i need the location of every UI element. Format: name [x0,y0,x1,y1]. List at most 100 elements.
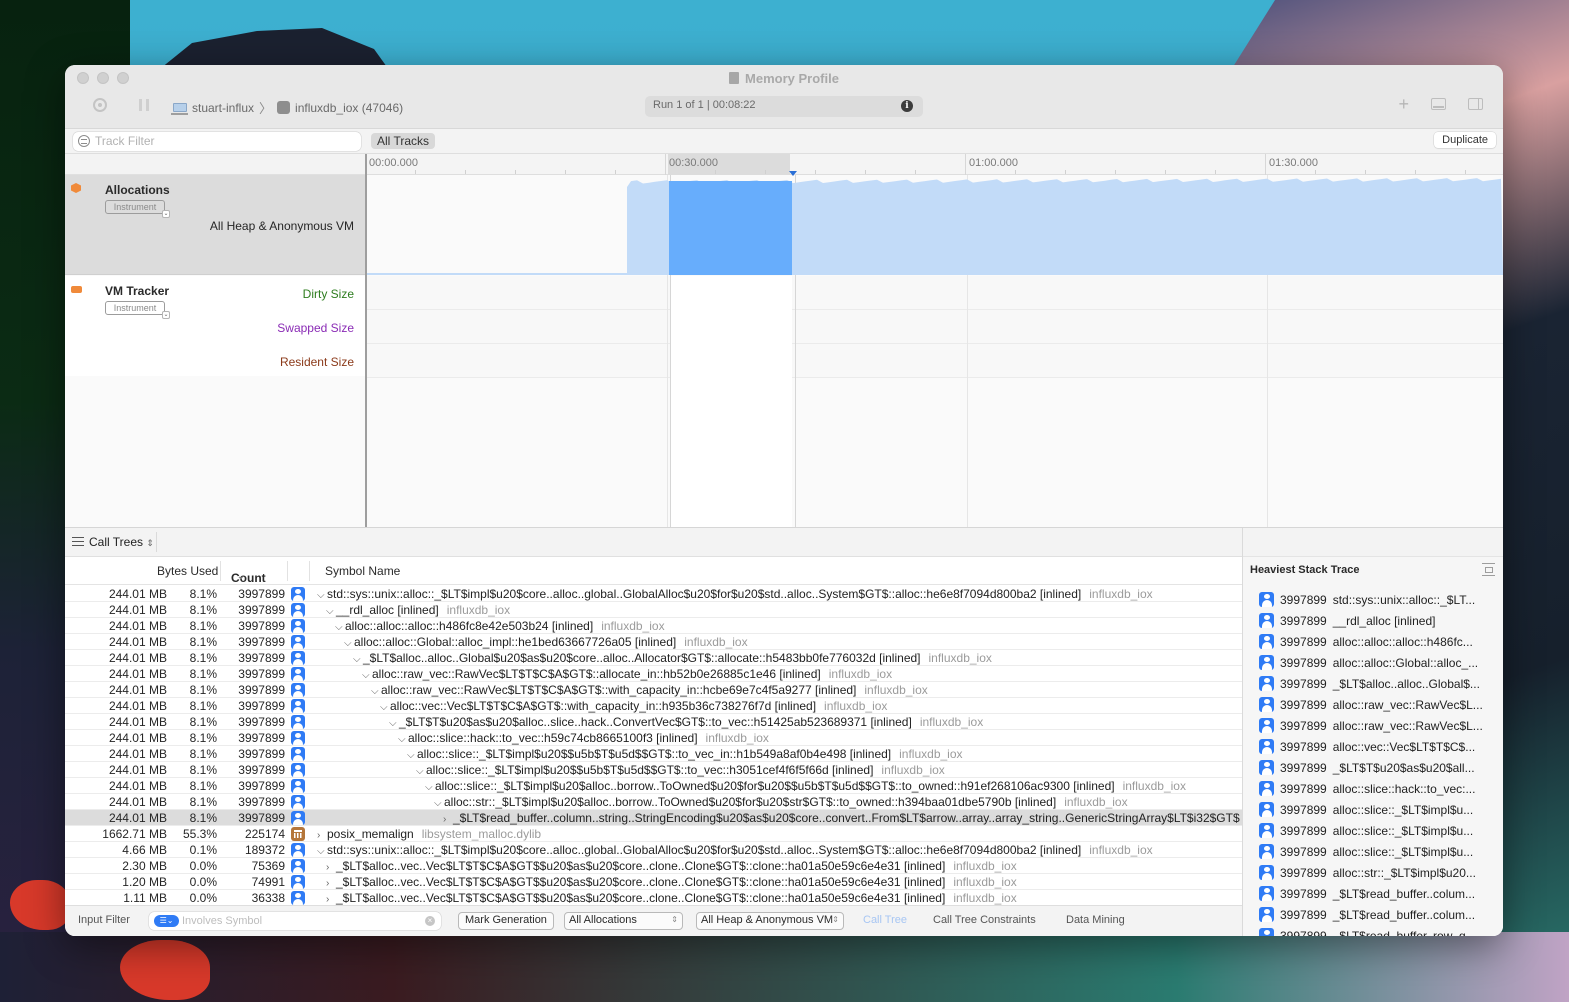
disclosure-expanded-icon[interactable]: ⌵ [425,782,435,793]
stack-frame[interactable]: 3997899 __rdl_alloc [inlined] [1259,610,1483,631]
instrument-button[interactable]: Instrument ⌄ [105,200,170,218]
call-tree-row[interactable]: 244.01 MB 8.1% 3997899 ⌵ _$LT$T$u20$as$u20$a… [65,714,1242,730]
column-separator[interactable] [220,561,221,581]
disclosure-expanded-icon[interactable]: ⌵ [398,734,408,745]
stack-frame[interactable]: 3997899 alloc::slice::_$LT$impl$u... [1259,820,1483,841]
clear-filter-icon[interactable]: × [425,916,435,926]
track-vm-tracker[interactable]: VM Tracker Instrument ⌄ Dirty Size Swapp… [65,276,365,376]
collapse-frames-icon[interactable] [1482,563,1495,576]
disclosure-expanded-icon[interactable]: ⌵ [371,686,381,697]
call-tree-row[interactable]: 244.01 MB 8.1% 3997899 ⌵ alloc::alloc::alloc… [65,618,1242,634]
all-tracks-button[interactable]: All Tracks [371,133,436,149]
disclosure-expanded-icon[interactable]: ⌵ [326,606,336,617]
disclosure-expanded-icon[interactable]: ⌵ [407,750,417,761]
column-separator[interactable] [287,561,288,581]
call-tree-row[interactable]: 244.01 MB 8.1% 3997899 ⌵ alloc::raw_vec::Raw… [65,666,1242,682]
call-tree-row[interactable]: 1.20 MB 0.0% 74991 › _$LT$alloc..vec..Vec$LT… [65,874,1242,890]
stack-frame[interactable]: 3997899 _$LT$read_buffer..colum... [1259,883,1483,904]
call-tree-row[interactable]: 244.01 MB 8.1% 3997899 ⌵ __rdl_alloc [inline… [65,602,1242,618]
disclosure-expanded-icon[interactable]: ⌵ [353,654,363,665]
disclosure-collapsed-icon[interactable]: › [326,878,336,889]
track-filter-input[interactable]: Track Filter [73,132,361,151]
disclosure-expanded-icon[interactable]: ⌵ [317,846,327,857]
stack-frame[interactable]: 3997899 alloc::raw_vec::RawVec$L... [1259,694,1483,715]
stack-frame[interactable]: 3997899 alloc::slice::_$LT$impl$u... [1259,799,1483,820]
disclosure-collapsed-icon[interactable]: › [326,862,336,873]
stack-frame[interactable]: 3997899 _$LT$read_buffer..colum... [1259,904,1483,925]
stack-frame[interactable]: 3997899 _$LT$read_buffer..row_g... [1259,925,1483,936]
allocations-type-select[interactable]: All Allocations ⇕ [564,912,683,930]
column-separator[interactable] [309,561,310,581]
call-tree-row[interactable]: 1662.71 MB 55.3% 225174 › posix_memalign libs… [65,826,1242,842]
tab-data-mining[interactable]: Data Mining [1066,914,1125,926]
call-tree-row[interactable]: 244.01 MB 8.1% 3997899 ⌵ alloc::alloc::Globa… [65,634,1242,650]
track-allocations[interactable]: Allocations Instrument ⌄ All Heap & Anon… [65,175,365,275]
call-tree-row[interactable]: 244.01 MB 8.1% 3997899 ⌵ alloc::slice::hack:… [65,730,1242,746]
duplicate-button[interactable]: Duplicate [1434,132,1496,148]
view-selector[interactable]: Call Trees ⇕ [89,535,154,549]
call-tree-row[interactable]: 1.11 MB 0.0% 36338 › _$LT$alloc..vec..Vec$LT… [65,890,1242,906]
tab-call-tree[interactable]: Call Tree [863,914,907,926]
pause-button[interactable] [139,99,149,111]
disclosure-expanded-icon[interactable]: ⌵ [380,702,390,713]
tab-call-tree-constraints[interactable]: Call Tree Constraints [933,914,1036,926]
heap-type-select[interactable]: All Heap & Anonymous VM ⇕ [696,912,844,930]
mark-generation-button[interactable]: Mark Generation [458,912,554,930]
call-tree-row[interactable]: 244.01 MB 8.1% 3997899 › _$LT$read_buffer..c… [65,810,1252,826]
call-tree-row[interactable]: 244.01 MB 8.1% 3997899 ⌵ alloc::str::_$LT$im… [65,794,1242,810]
column-header-symbol-name[interactable]: Symbol Name [325,564,400,578]
target-breadcrumb[interactable]: stuart-influx 〉 influxdb_iox (47046) [171,98,403,117]
allocations-graph[interactable] [367,175,1503,275]
disclosure-expanded-icon[interactable]: ⌵ [434,798,444,809]
disclosure-expanded-icon[interactable]: ⌵ [335,622,345,633]
bytes-used-cell: 244.01 MB [108,715,167,729]
toggle-inspector-button[interactable] [1468,98,1483,110]
stack-frame[interactable]: 3997899 std::sys::unix::alloc::_$LT... [1259,589,1483,610]
stack-frame[interactable]: 3997899 alloc::raw_vec::RawVec$L... [1259,715,1483,736]
process-name[interactable]: influxdb_iox (47046) [295,101,403,115]
disclosure-expanded-icon[interactable]: ⌵ [389,718,399,729]
stack-frame[interactable]: 3997899 alloc::alloc::Global::alloc_... [1259,652,1483,673]
call-tree-row[interactable]: 2.30 MB 0.0% 75369 › _$LT$alloc..vec..Vec$LT… [65,858,1242,874]
disclosure-collapsed-icon[interactable]: › [443,814,453,825]
time-ruler[interactable]: 00:00.000 00:30.000 01:00.000 01:30.000 [365,154,1503,176]
call-tree-row[interactable]: 244.01 MB 8.1% 3997899 ⌵ std::sys::unix::all… [65,586,1242,602]
disclosure-expanded-icon[interactable]: ⌵ [344,638,354,649]
input-filter-field[interactable]: ☰⌄ Involves Symbol × [149,912,441,930]
disclosure-expanded-icon[interactable]: ⌵ [362,670,372,681]
disclosure-collapsed-icon[interactable]: › [326,894,336,905]
list-icon[interactable] [72,537,84,546]
toggle-bottom-panel-button[interactable] [1431,98,1446,110]
stack-frame[interactable]: 3997899 alloc::slice::_$LT$impl$u... [1259,841,1483,862]
stack-frame[interactable]: 3997899 alloc::vec::Vec$LT$T$C$... [1259,736,1483,757]
chevron-down-icon[interactable]: ⌄ [162,311,170,319]
stack-frame[interactable]: 3997899 _$LT$alloc..alloc..Global$... [1259,673,1483,694]
disclosure-collapsed-icon[interactable]: › [317,830,327,841]
add-instrument-button[interactable]: + [1398,95,1409,113]
frame-symbol: _$LT$alloc..alloc..Global$... [1332,676,1480,691]
desktop-wallpaper-bottom [0,932,1569,1002]
call-tree-row[interactable]: 244.01 MB 8.1% 3997899 ⌵ _$LT$alloc..alloc..… [65,650,1242,666]
track-splitter[interactable] [365,154,367,530]
device-name[interactable]: stuart-influx [192,101,254,115]
record-button[interactable] [93,98,107,112]
column-header-bytes-used[interactable]: Bytes Used [157,564,218,578]
stack-frame[interactable]: 3997899 _$LT$T$u20$as$u20$all... [1259,757,1483,778]
stack-frame[interactable]: 3997899 alloc::str::_$LT$impl$u20... [1259,862,1483,883]
frame-count: 3997899 [1280,886,1327,901]
info-icon[interactable]: i [901,100,913,112]
chevron-down-icon[interactable]: ⌄ [162,210,170,218]
disclosure-expanded-icon[interactable]: ⌵ [416,766,426,777]
call-tree-row[interactable]: 4.66 MB 0.1% 189372 ⌵ std::sys::unix::alloc:… [65,842,1242,858]
selected-allocation-range[interactable] [669,181,792,275]
call-tree-row[interactable]: 244.01 MB 8.1% 3997899 ⌵ alloc::slice::_$LT$… [65,762,1242,778]
stack-frame[interactable]: 3997899 alloc::alloc::alloc::h486fc... [1259,631,1483,652]
call-tree-row[interactable]: 244.01 MB 8.1% 3997899 ⌵ alloc::slice::_$LT$… [65,778,1242,794]
call-tree-row[interactable]: 244.01 MB 8.1% 3997899 ⌵ alloc::vec::Vec$LT$… [65,698,1242,714]
call-tree-row[interactable]: 244.01 MB 8.1% 3997899 ⌵ alloc::raw_vec::Raw… [65,682,1242,698]
filter-options-button[interactable]: ☰⌄ [154,915,179,927]
call-tree-row[interactable]: 244.01 MB 8.1% 3997899 ⌵ alloc::slice::_$LT$… [65,746,1242,762]
disclosure-expanded-icon[interactable]: ⌵ [317,590,327,601]
stack-frame[interactable]: 3997899 alloc::slice::hack::to_vec:... [1259,778,1483,799]
instrument-button[interactable]: Instrument ⌄ [105,301,170,319]
